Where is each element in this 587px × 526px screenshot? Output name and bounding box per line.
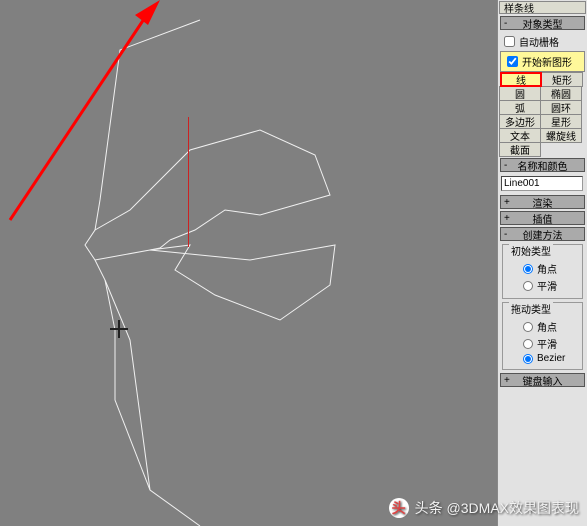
rollout-label: 键盘输入 [523,373,563,388]
shape-donut-button[interactable]: 圆环 [540,100,582,115]
collapse-icon: - [504,229,507,240]
auto-grid-label: 自动栅格 [519,34,559,49]
collapse-icon: - [504,18,507,29]
command-panel: 样条线 - 对象类型 自动栅格 开始新图形 线 矩形 圆 椭圆 弧 圆环 多边形… [497,0,587,526]
category-dropdown[interactable]: 样条线 [499,1,586,14]
drag-type-label: 拖动类型 [509,301,553,316]
shape-ngon-button[interactable]: 多边形 [499,114,541,129]
rollout-keyboard-entry[interactable]: + 键盘输入 [500,373,585,387]
expand-icon: + [504,375,510,386]
object-name-input[interactable] [501,176,583,191]
rollout-name-color[interactable]: - 名称和颜色 [500,158,585,172]
radio-label: 平滑 [537,278,557,293]
radio-label: 角点 [537,319,557,334]
shape-section-button[interactable]: 截面 [499,142,541,157]
rollout-label: 创建方法 [523,227,563,242]
initial-smooth-radio[interactable] [523,281,533,291]
radio-label: 角点 [537,261,557,276]
initial-type-label: 初始类型 [509,243,553,258]
rollout-label: 名称和颜色 [518,158,568,173]
shape-ellipse-button[interactable]: 椭圆 [540,86,582,101]
drag-type-group: 拖动类型 角点 平滑 Bezier [502,302,583,370]
axis-line [188,117,189,247]
rollout-interpolation[interactable]: + 插值 [500,211,585,225]
start-new-shape-label: 开始新图形 [522,54,572,69]
start-new-shape-checkbox[interactable] [507,56,518,67]
shape-circle-button[interactable]: 圆 [499,86,541,101]
shape-helix-button[interactable]: 螺旋线 [540,128,582,143]
shape-star-button[interactable]: 星形 [540,114,582,129]
rollout-label: 插值 [533,211,553,226]
rollout-object-type[interactable]: - 对象类型 [500,16,585,30]
viewport-3d[interactable] [0,0,497,526]
shape-buttons-grid: 线 矩形 圆 椭圆 弧 圆环 多边形 星形 文本 螺旋线 截面 [498,72,587,156]
drag-corner-radio[interactable] [523,322,533,332]
rollout-creation-method[interactable]: - 创建方法 [500,227,585,241]
collapse-icon: - [504,160,507,171]
shape-arc-button[interactable]: 弧 [499,100,541,115]
rollout-label: 渲染 [533,195,553,210]
wireframe-drawing [0,0,497,526]
initial-corner-radio[interactable] [523,264,533,274]
expand-icon: + [504,213,510,224]
auto-grid-checkbox[interactable] [504,36,515,47]
drag-bezier-radio[interactable] [523,354,533,364]
shape-rectangle-button[interactable]: 矩形 [541,72,583,87]
shape-text-button[interactable]: 文本 [499,128,541,143]
radio-label: 平滑 [537,336,557,351]
initial-type-group: 初始类型 角点 平滑 [502,244,583,299]
drag-smooth-radio[interactable] [523,339,533,349]
shape-line-button[interactable]: 线 [500,72,542,87]
rollout-label: 对象类型 [523,16,563,31]
expand-icon: + [504,197,510,208]
rollout-render[interactable]: + 渲染 [500,195,585,209]
radio-label: Bezier [537,353,565,364]
